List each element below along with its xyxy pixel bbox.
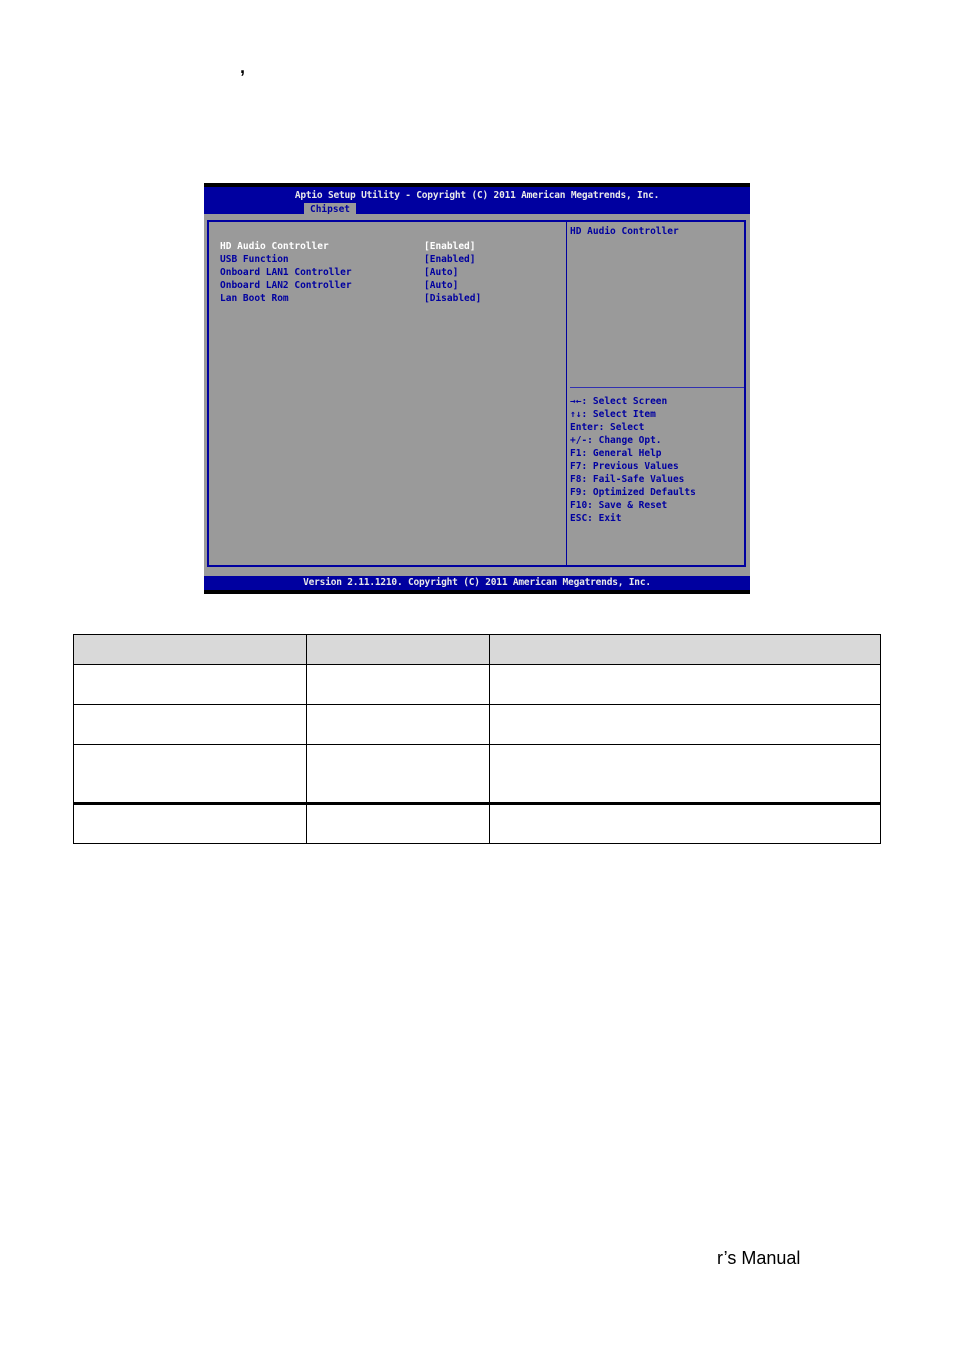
table-cell [489,704,881,745]
bios-bottom-border [204,590,750,594]
bios-footer: Version 2.11.1210. Copyright (C) 2011 Am… [204,576,750,590]
bios-title: Aptio Setup Utility - Copyright (C) 2011… [294,190,660,201]
key-legend-item: F10: Save & Reset [570,500,668,511]
key-legend-item: F1: General Help [570,448,662,459]
table-header-cell [306,634,490,665]
bios-vertical-divider [566,220,567,567]
key-legend-item: +/-: Change Opt. [570,435,662,446]
table-row [73,664,881,705]
setting-value[interactable]: [Auto] [424,279,458,292]
table-header-cell [73,634,307,665]
key-legend-item: ESC: Exit [570,513,622,524]
page-footer-text: r’s Manual [717,1248,801,1268]
setting-label: Onboard LAN1 Controller [220,267,352,278]
stray-comma-text: , [240,57,246,77]
key-legend: →←: Select Screen ↑↓: Select Item Enter:… [570,395,696,525]
table-cell [489,664,881,705]
setting-value[interactable]: [Enabled] [424,253,475,266]
setting-value[interactable]: [Disabled] [424,292,481,305]
table-row [73,704,881,745]
table-cell [73,664,307,705]
key-legend-item: →←: Select Screen [570,396,668,407]
setting-label: HD Audio Controller [220,241,329,252]
table-cell [73,704,307,745]
key-legend-item: Enter: Select [570,422,645,433]
key-legend-item: F8: Fail-Safe Values [570,474,685,485]
table-cell [306,664,490,705]
tab-chipset[interactable]: Chipset [304,203,356,216]
setting-value[interactable]: [Auto] [424,266,458,279]
setting-label: Lan Boot Rom [220,293,289,304]
table-row [73,744,881,804]
table-header-row [73,634,881,665]
bios-screenshot: Aptio Setup Utility - Copyright (C) 2011… [204,183,750,594]
table-row [73,802,881,844]
help-text: HD Audio Controller [570,226,679,237]
key-legend-item: F9: Optimized Defaults [570,487,696,498]
table-cell [73,744,307,804]
setting-value[interactable]: [Enabled] [424,240,475,253]
table-cell [489,802,881,844]
table-header-cell [489,634,881,665]
key-legend-item: F7: Previous Values [570,461,679,472]
bios-help-divider [570,387,744,388]
bios-header: Aptio Setup Utility - Copyright (C) 2011… [204,187,750,216]
table-cell [306,704,490,745]
key-legend-item: ↑↓: Select Item [570,409,656,420]
table-cell [306,802,490,844]
table-cell [489,744,881,804]
setting-label: USB Function [220,254,289,265]
table-cell [306,744,490,804]
options-table [73,634,881,844]
table-cell [73,802,307,844]
setting-label: Onboard LAN2 Controller [220,280,352,291]
